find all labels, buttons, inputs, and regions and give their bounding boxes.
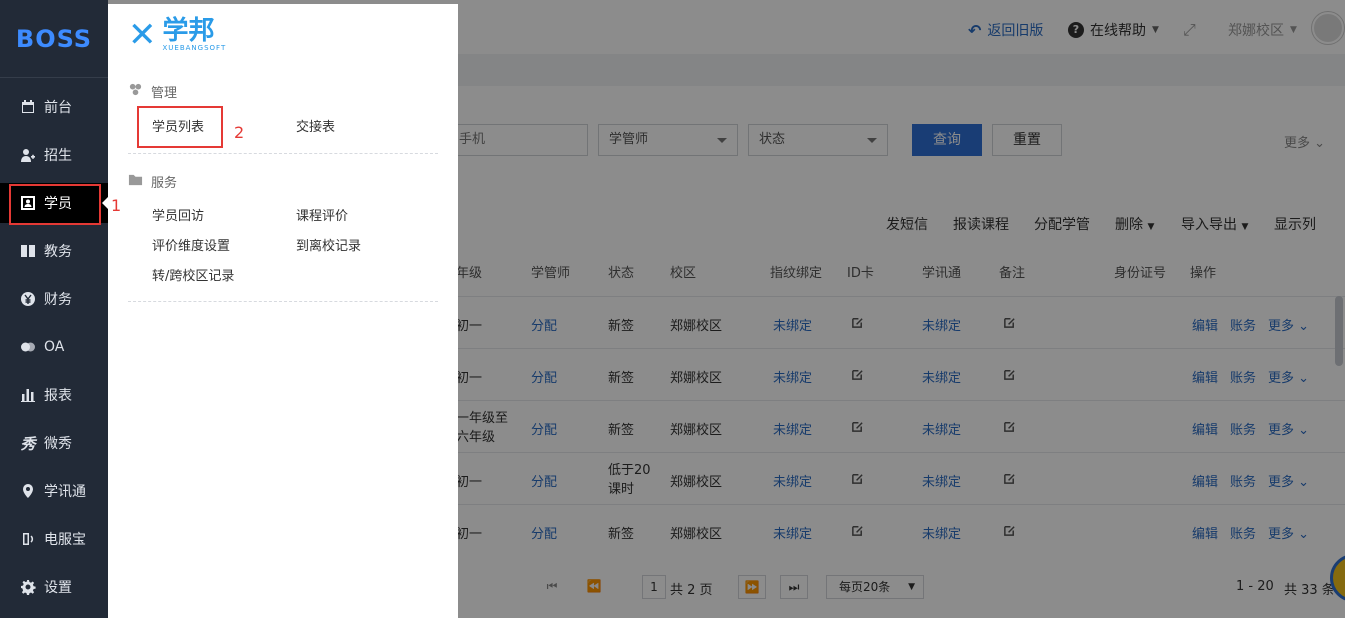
calendar-icon <box>20 99 36 115</box>
sidebar: BOSS 前台 招生 学员 教务 财务 OA 报表 秀 微秀 学讯通 电服宝 设… <box>0 0 108 618</box>
annotation-label-1: 1 <box>111 196 122 215</box>
location-icon <box>20 483 36 499</box>
sidebar-item-label: 报表 <box>44 388 72 404</box>
sidebar-item-dianfubao[interactable]: 电服宝 <box>0 519 108 559</box>
annotation-label-2: 2 <box>234 123 245 142</box>
gear-icon <box>20 579 36 595</box>
brand-logo[interactable]: BOSS <box>0 0 108 78</box>
group-title-service: 服务 <box>128 172 177 191</box>
sidebar-item-oa[interactable]: OA <box>0 327 108 367</box>
gear-cluster-icon <box>128 82 143 101</box>
students-submenu: ✕ 学邦 XUEBANGSOFT 管理 学员列表 交接表 服务 学员回访 课程评… <box>108 4 458 618</box>
xuebang-logo: ✕ 学邦 XUEBANGSOFT <box>128 15 227 55</box>
sidebar-item-label: 微秀 <box>44 436 72 452</box>
brand-text: BOSS <box>15 24 93 53</box>
yen-icon <box>20 291 36 307</box>
menu-link-transfer-record[interactable]: 转/跨校区记录 <box>152 265 234 284</box>
sidebar-item-reports[interactable]: 报表 <box>0 375 108 415</box>
sidebar-item-label: 电服宝 <box>44 532 86 548</box>
menu-link-attendance-record[interactable]: 到离校记录 <box>296 235 361 254</box>
sidebar-item-recruit[interactable]: 招生 <box>0 135 108 175</box>
menu-link-student-visit[interactable]: 学员回访 <box>152 205 204 224</box>
book-icon <box>20 243 36 259</box>
menu-link-review-dimension[interactable]: 评价维度设置 <box>152 235 230 254</box>
sidebar-item-weixiu[interactable]: 秀 微秀 <box>0 423 108 463</box>
xiu-icon: 秀 <box>20 434 36 453</box>
xuebang-x-icon: ✕ <box>128 15 157 55</box>
sidebar-item-label: OA <box>44 339 65 355</box>
sidebar-item-label: 招生 <box>44 148 72 164</box>
sidebar-item-settings[interactable]: 设置 <box>0 567 108 607</box>
sidebar-item-label: 设置 <box>44 580 72 596</box>
sidebar-item-academic[interactable]: 教务 <box>0 231 108 271</box>
phone-icon <box>20 531 36 547</box>
folder-icon <box>128 172 143 191</box>
chat-icon <box>20 339 36 355</box>
divider <box>128 153 438 154</box>
annotation-box-1 <box>9 184 101 225</box>
user-add-icon <box>20 147 36 163</box>
sidebar-item-xunxuntong[interactable]: 学讯通 <box>0 471 108 511</box>
sidebar-item-label: 教务 <box>44 244 72 260</box>
sidebar-item-label: 前台 <box>44 100 72 116</box>
sidebar-item-label: 学讯通 <box>44 484 86 500</box>
annotation-box-2 <box>137 106 223 148</box>
sidebar-item-label: 财务 <box>44 292 72 308</box>
bar-chart-icon <box>20 387 36 403</box>
menu-link-handover[interactable]: 交接表 <box>296 116 335 135</box>
sidebar-item-frontdesk[interactable]: 前台 <box>0 87 108 127</box>
group-title-manage: 管理 <box>128 82 177 101</box>
divider <box>128 301 438 302</box>
menu-link-course-review[interactable]: 课程评价 <box>296 205 348 224</box>
sidebar-item-finance[interactable]: 财务 <box>0 279 108 319</box>
